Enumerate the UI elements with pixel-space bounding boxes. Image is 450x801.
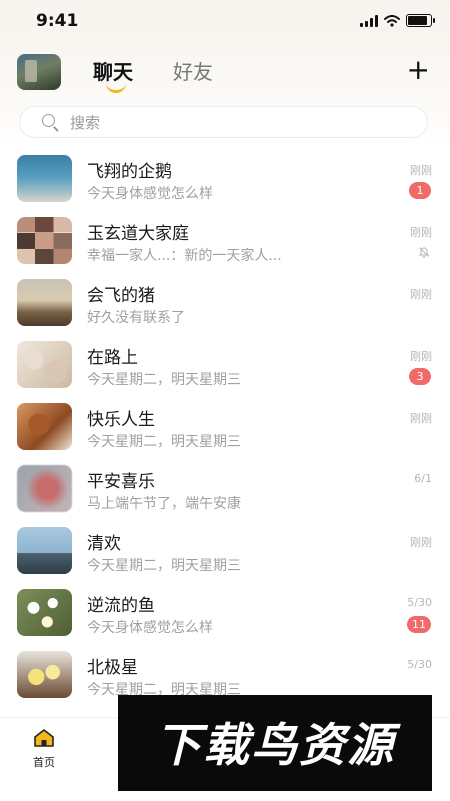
tab-home-label: 首页	[33, 756, 55, 769]
conversation-row[interactable]: 快乐人生 今天星期二，明天星期三 刚刚	[0, 396, 450, 458]
conversation-message: 今天身体感觉怎么样	[87, 620, 213, 636]
conversation-name: 会飞的猪	[87, 286, 155, 306]
group-avatar	[17, 217, 72, 264]
watermark-overlay: 下载鸟资源	[118, 695, 432, 791]
conversation-time: 刚刚	[410, 412, 432, 425]
conversation-time: 刚刚	[410, 164, 432, 177]
conversation-time: 刚刚	[410, 288, 432, 301]
conversation-name: 玉玄道大家庭	[87, 224, 189, 244]
watermark-text: 下载鸟资源	[155, 718, 395, 772]
unread-badge: 3	[409, 368, 431, 385]
conversation-row[interactable]: 玉玄道大家庭 幸福一家人...：新的一天家人... 刚刚	[0, 210, 450, 272]
conversation-message: 今天星期二，明天星期三	[87, 434, 241, 450]
conversation-message: 幸福一家人...：新的一天家人...	[87, 248, 282, 264]
conversation-message: 今天星期二，明天星期三	[87, 558, 241, 574]
conversation-time: 6/1	[414, 472, 432, 485]
wifi-icon	[384, 14, 400, 27]
conversation-message: 马上端午节了，端午安康	[87, 496, 241, 512]
status-bar: 9:41	[0, 0, 450, 44]
battery-icon	[406, 14, 435, 27]
unread-badge: 1	[409, 182, 431, 199]
conversation-time: 5/30	[407, 596, 432, 609]
conversation-time: 刚刚	[410, 226, 432, 239]
conversation-row[interactable]: 飞翔的企鹅 今天身体感觉怎么样 刚刚 1	[0, 148, 450, 210]
signal-icon	[360, 14, 378, 27]
conversation-row[interactable]: 会飞的猪 好久没有联系了 刚刚	[0, 272, 450, 334]
conversation-list: 飞翔的企鹅 今天身体感觉怎么样 刚刚 1 玉玄道大家庭 幸福一家人...：新的一…	[0, 148, 450, 706]
conversation-name: 清欢	[87, 534, 121, 554]
tab-friends[interactable]: 好友	[173, 56, 213, 85]
conversation-avatar	[17, 465, 72, 512]
conversation-avatar	[17, 341, 72, 388]
conversation-avatar	[17, 527, 72, 574]
mute-bell-icon	[418, 247, 430, 258]
conversation-name: 飞翔的企鹅	[87, 162, 172, 182]
conversation-message: 今天身体感觉怎么样	[87, 186, 213, 202]
user-avatar[interactable]	[17, 54, 61, 90]
conversation-message: 今天星期二，明天星期三	[87, 372, 241, 388]
header: 聊天 好友 +	[0, 50, 450, 100]
conversation-avatar	[17, 403, 72, 450]
search-bar[interactable]	[19, 106, 428, 138]
conversation-row[interactable]: 清欢 今天星期二，明天星期三 刚刚	[0, 520, 450, 582]
conversation-row[interactable]: 平安喜乐 马上端午节了，端午安康 6/1	[0, 458, 450, 520]
status-icons	[360, 14, 435, 27]
conversation-name: 逆流的鱼	[87, 596, 155, 616]
home-icon	[34, 729, 54, 747]
conversation-time: 刚刚	[410, 350, 432, 363]
tab-chat[interactable]: 聊天	[93, 56, 133, 85]
conversation-time: 刚刚	[410, 536, 432, 549]
tab-active-indicator	[106, 82, 126, 93]
conversation-avatar	[17, 651, 72, 698]
conversation-avatar	[17, 589, 72, 636]
tab-home[interactable]: 首页	[22, 728, 66, 770]
conversation-name: 在路上	[87, 348, 138, 368]
status-time: 9:41	[36, 11, 79, 31]
conversation-row[interactable]: 在路上 今天星期二，明天星期三 刚刚 3	[0, 334, 450, 396]
conversation-name: 快乐人生	[87, 410, 155, 430]
conversation-name: 平安喜乐	[87, 472, 155, 492]
conversation-avatar	[17, 279, 72, 326]
conversation-row[interactable]: 逆流的鱼 今天身体感觉怎么样 5/30 11	[0, 582, 450, 644]
search-input[interactable]	[68, 111, 372, 135]
add-button[interactable]: +	[407, 56, 430, 84]
conversation-message: 好久没有联系了	[87, 310, 185, 326]
search-icon	[42, 114, 55, 127]
conversation-avatar	[17, 155, 72, 202]
unread-badge: 11	[407, 616, 431, 633]
conversation-name: 北极星	[87, 658, 138, 678]
conversation-time: 5/30	[407, 658, 432, 671]
